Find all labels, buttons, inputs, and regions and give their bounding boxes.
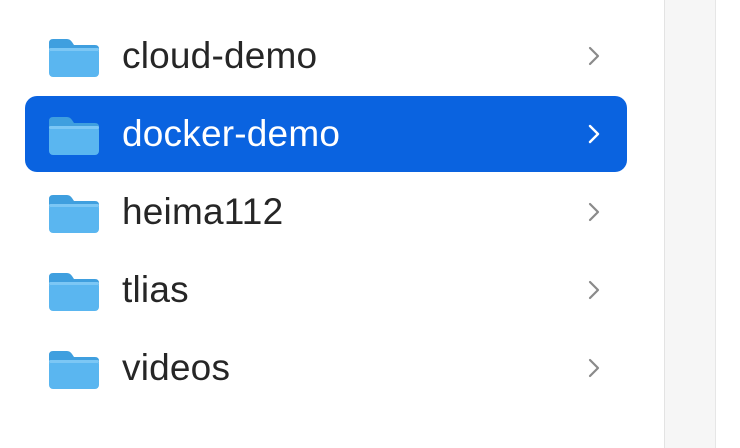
folder-name: videos — [122, 347, 231, 388]
folder-icon — [49, 351, 99, 389]
finder-column[interactable]: cloud-demo docker-demo heima112 tlias vi… — [0, 0, 664, 448]
folder-row-tlias[interactable]: tlias — [25, 252, 627, 328]
next-column[interactable] — [716, 0, 740, 448]
folder-name: heima112 — [122, 191, 284, 232]
chevron-right-icon — [588, 280, 600, 300]
folder-name: tlias — [122, 269, 189, 310]
folder-row-heima112[interactable]: heima112 — [25, 174, 627, 250]
folder-row-docker-demo[interactable]: docker-demo — [25, 96, 627, 172]
chevron-right-icon — [588, 124, 600, 144]
folder-name: docker-demo — [122, 113, 341, 154]
column-resize-gutter[interactable] — [665, 0, 716, 448]
chevron-right-icon — [588, 46, 600, 66]
folder-row-videos[interactable]: videos — [25, 330, 627, 406]
chevron-right-icon — [588, 358, 600, 378]
folder-icon — [49, 117, 99, 155]
folder-name: cloud-demo — [122, 35, 318, 76]
chevron-right-icon — [588, 202, 600, 222]
folder-row-cloud-demo[interactable]: cloud-demo — [25, 18, 627, 94]
folder-icon — [49, 39, 99, 77]
folder-icon — [49, 195, 99, 233]
folder-icon — [49, 273, 99, 311]
